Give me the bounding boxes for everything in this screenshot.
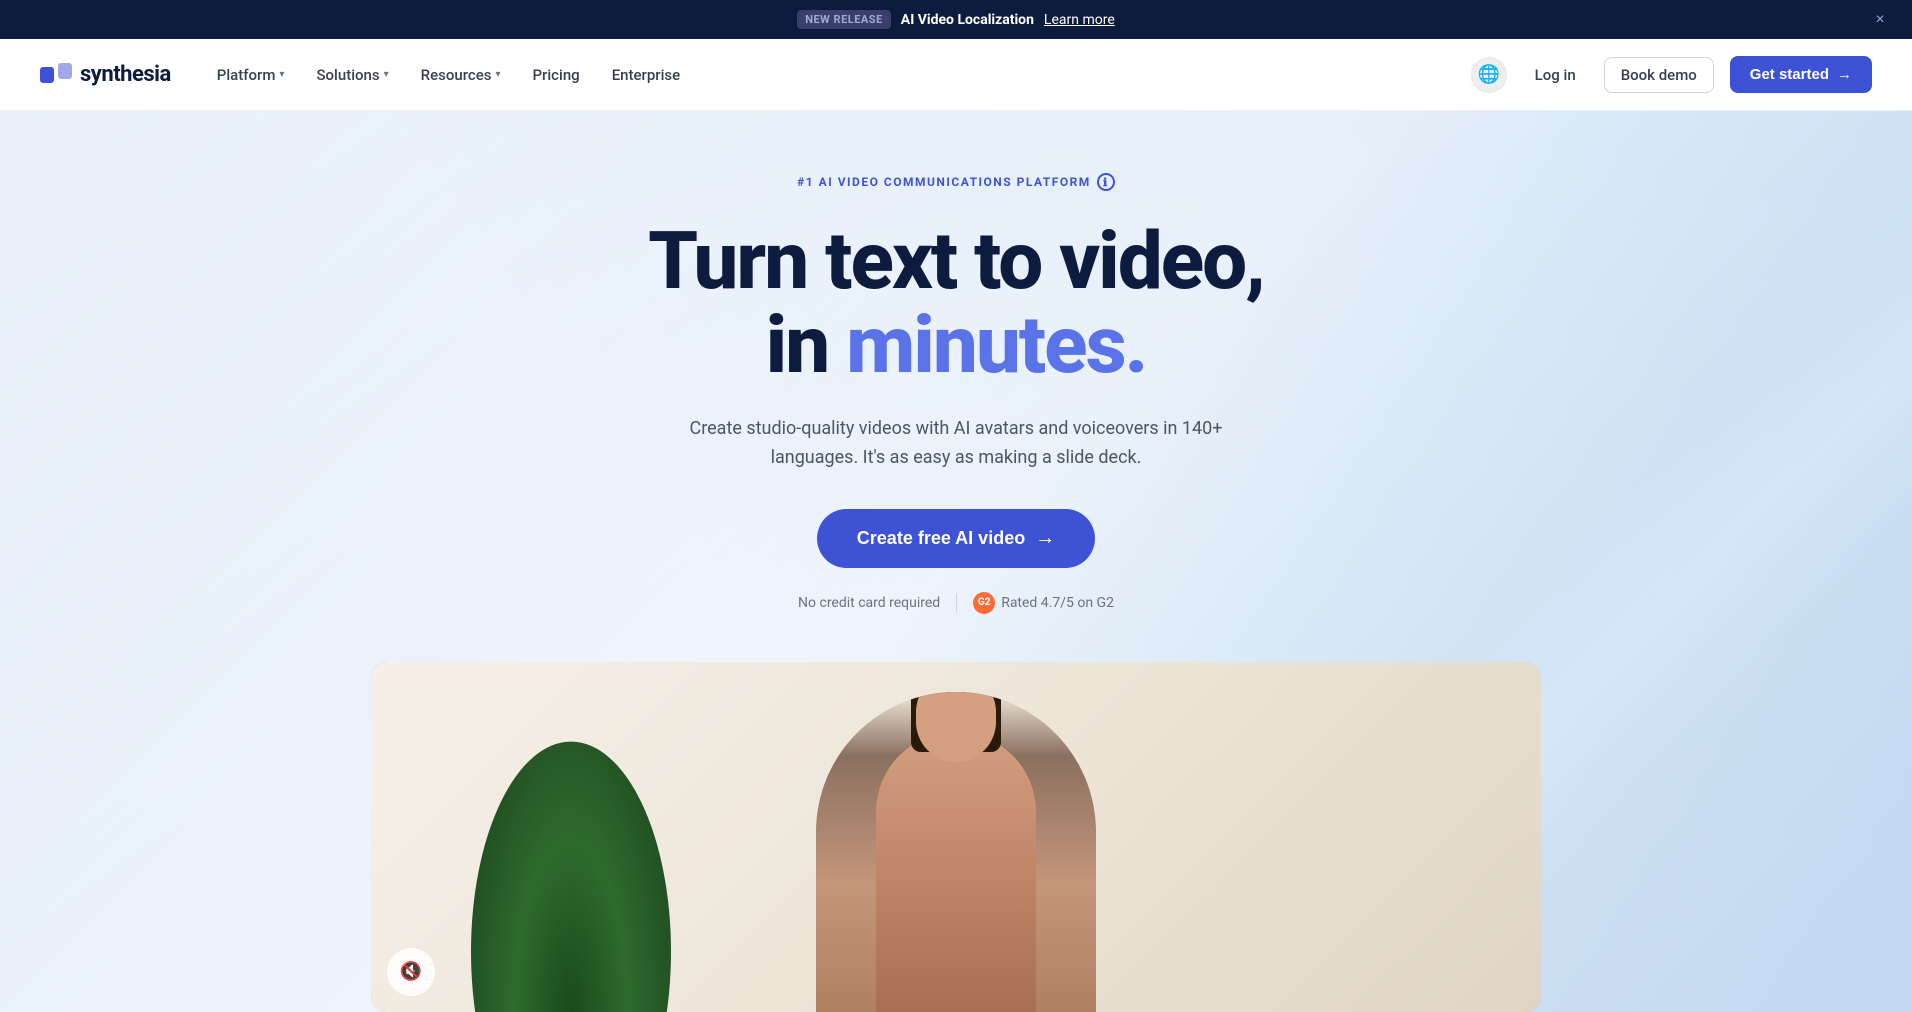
hero-badge-text: #1 AI VIDEO COMMUNICATIONS PLATFORM bbox=[797, 175, 1091, 189]
hero-title: Turn text to video, in minutes. bbox=[648, 219, 1264, 387]
g2-icon: G2 bbox=[973, 592, 995, 614]
nav-enterprise[interactable]: Enterprise bbox=[598, 58, 694, 92]
video-preview: 🔇 bbox=[371, 662, 1541, 1012]
get-started-arrow-icon: → bbox=[1837, 66, 1852, 83]
nav-resources[interactable]: Resources ▾ bbox=[407, 58, 515, 92]
book-demo-button[interactable]: Book demo bbox=[1604, 57, 1714, 93]
nav-solutions[interactable]: Solutions ▾ bbox=[302, 58, 402, 92]
announcement-learn-more[interactable]: Learn more bbox=[1044, 12, 1115, 28]
g2-rating-text: Rated 4.7/5 on G2 bbox=[1001, 595, 1114, 611]
announcement-bar: NEW RELEASE AI Video Localization Learn … bbox=[0, 0, 1912, 39]
platform-chevron-icon: ▾ bbox=[279, 69, 284, 80]
logo[interactable]: synthesia bbox=[40, 62, 171, 87]
announcement-title: AI Video Localization bbox=[901, 12, 1034, 28]
nav-platform[interactable]: Platform ▾ bbox=[203, 58, 299, 92]
get-started-button[interactable]: Get started → bbox=[1730, 56, 1872, 93]
hero-content: #1 AI VIDEO COMMUNICATIONS PLATFORM ℹ Tu… bbox=[628, 171, 1284, 614]
hero-section: #1 AI VIDEO COMMUNICATIONS PLATFORM ℹ Tu… bbox=[0, 111, 1912, 1012]
announcement-close-button[interactable]: × bbox=[1868, 8, 1892, 32]
hero-title-part2: in bbox=[766, 298, 847, 392]
avatar-body bbox=[876, 732, 1036, 1012]
hero-badge: #1 AI VIDEO COMMUNICATIONS PLATFORM ℹ bbox=[797, 173, 1115, 191]
social-proof-divider bbox=[956, 593, 957, 613]
nav-right: 🌐 Log in Book demo Get started → bbox=[1471, 56, 1872, 93]
info-icon: ℹ bbox=[1097, 173, 1115, 191]
hero-title-highlight: minutes. bbox=[846, 298, 1146, 392]
video-avatar bbox=[816, 692, 1096, 1012]
create-free-video-button[interactable]: Create free AI video → bbox=[817, 509, 1095, 568]
hero-social-proof: No credit card required G2 Rated 4.7/5 o… bbox=[648, 592, 1264, 614]
navbar: synthesia Platform ▾ Solutions ▾ Resourc… bbox=[0, 39, 1912, 111]
hero-subtitle: Create studio-quality videos with AI ava… bbox=[676, 415, 1236, 473]
nav-pricing[interactable]: Pricing bbox=[518, 58, 593, 92]
cta-arrow-icon: → bbox=[1035, 527, 1055, 550]
g2-badge: G2 Rated 4.7/5 on G2 bbox=[973, 592, 1114, 614]
language-selector-button[interactable]: 🌐 bbox=[1471, 57, 1507, 93]
login-button[interactable]: Log in bbox=[1523, 58, 1588, 92]
nav-links: Platform ▾ Solutions ▾ Resources ▾ Prici… bbox=[203, 58, 1471, 92]
hero-title-part1: Turn text to video, bbox=[648, 214, 1264, 308]
no-credit-card-text: No credit card required bbox=[798, 595, 940, 611]
globe-icon: 🌐 bbox=[1477, 64, 1499, 85]
logo-text: synthesia bbox=[80, 62, 171, 87]
mute-button[interactable]: 🔇 bbox=[387, 948, 435, 996]
solutions-chevron-icon: ▾ bbox=[384, 69, 389, 80]
video-preview-inner: 🔇 bbox=[371, 662, 1541, 1012]
mute-icon: 🔇 bbox=[400, 961, 422, 982]
announcement-badge: NEW RELEASE bbox=[797, 10, 891, 29]
synthesia-logo-icon bbox=[40, 63, 72, 87]
resources-chevron-icon: ▾ bbox=[495, 69, 500, 80]
